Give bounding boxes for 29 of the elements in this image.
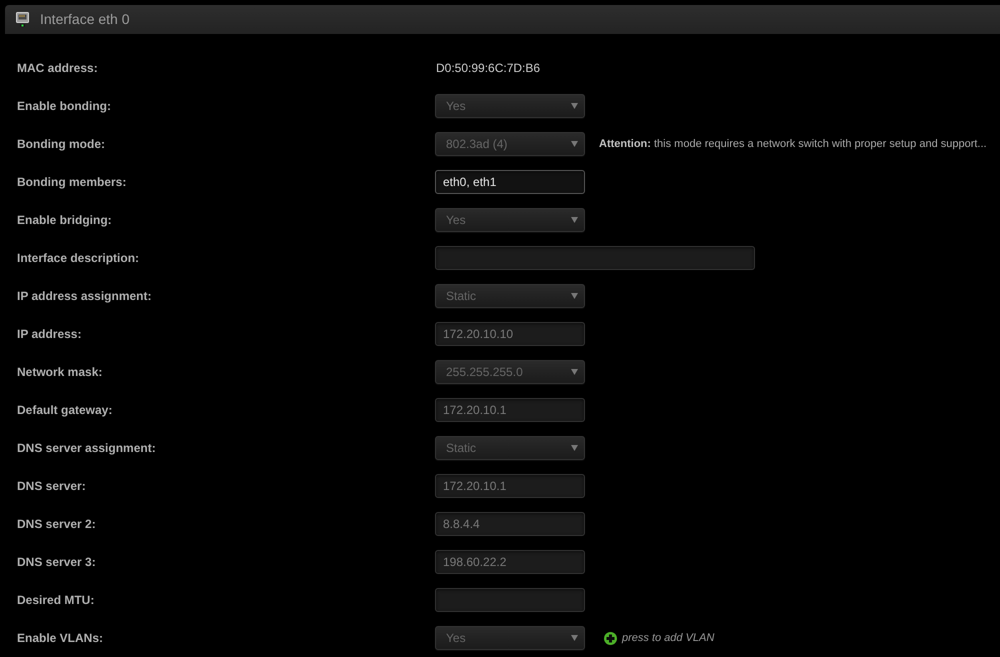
field-label: DNS server: [17, 478, 87, 495]
plus-circle-icon [604, 632, 617, 644]
network-port-icon [16, 12, 29, 27]
field-label: Default gateway: [17, 402, 114, 419]
caret-icon [571, 369, 578, 375]
field-label: Interface description: [17, 250, 140, 267]
field-label: Network mask: [17, 364, 104, 381]
field-label: Desired MTU: [17, 592, 96, 609]
field-label: Bonding mode: [17, 136, 106, 153]
field-label: MAC address: [17, 60, 99, 77]
attention-note: Attention: this mode requires a network switch with proper setup and support... [599, 136, 987, 152]
field-label: IP address assignment: [17, 288, 152, 305]
field-label: Bonding members: [17, 174, 128, 191]
field-label: Enable VLANs: [17, 630, 104, 647]
caret-icon [571, 217, 578, 223]
field-label: DNS server 2: [17, 516, 97, 533]
field-label: Enable bridging: [17, 212, 113, 229]
mac-address-value: D0:50:99:6C:7D:B6 [435, 60, 540, 77]
caret-icon [571, 445, 578, 451]
caret-icon [571, 635, 578, 641]
field-label: DNS server 3: [17, 554, 97, 571]
field-label: DNS server assignment: [17, 440, 157, 457]
caret-icon [571, 141, 578, 147]
field-label: Enable bonding: [17, 98, 112, 115]
caret-icon [571, 103, 578, 109]
panel-title: Interface eth 0 [40, 10, 130, 29]
field-label: IP address: [17, 326, 82, 343]
input-field[interactable]: eth0, eth1 [435, 170, 585, 194]
caret-icon [571, 293, 578, 299]
